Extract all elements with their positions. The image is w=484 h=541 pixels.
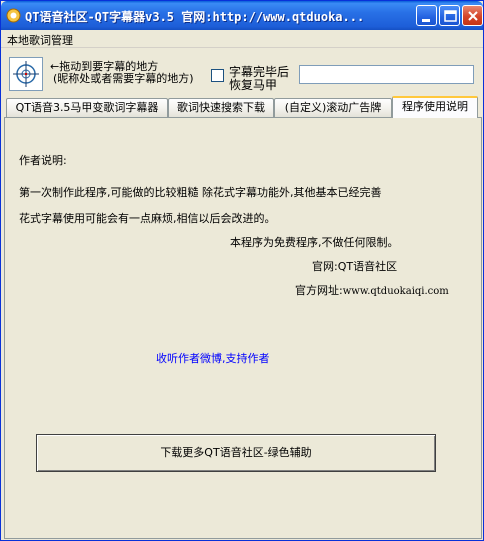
author-heading: 作者说明: [19,154,67,167]
maximize-icon [444,10,457,22]
tab-usage-instructions[interactable]: 程序使用说明 [392,96,478,118]
support-author-link[interactable]: 收听作者微博,支持作者 [156,350,270,366]
minimize-button[interactable] [416,5,437,26]
minimize-icon [422,19,430,22]
app-window: QT语音社区-QT字幕器v3.5 官网:http://www.qtduoka..… [0,0,484,541]
tab-lyric-subtitle[interactable]: QT语音3.5马甲变歌词字幕器 [6,98,168,117]
app-icon [6,8,21,23]
crosshair-drag-target[interactable] [9,57,43,91]
tab-strip: QT语音3.5马甲变歌词字幕器 歌词快速搜索下载 (自定义)滚动广告牌 程序使用… [4,96,482,118]
menu-bar: 本地歌词管理 [1,30,483,48]
drag-hint-line2: (昵称处或者需要字幕的地方) [53,72,194,85]
official-url-value: www.qtduokaiqi.com [342,286,449,297]
title-bar[interactable]: QT语音社区-QT字幕器v3.5 官网:http://www.qtduoka..… [1,1,483,30]
close-icon [468,11,478,21]
official-url: 官方网址:www.qtduokaiqi.com [295,282,449,298]
menu-local-lyrics[interactable]: 本地歌词管理 [7,32,73,48]
description-line1: 第一次制作此程序,可能做的比较粗糙 除花式字幕功能外,其他基本已经完善 [19,186,382,199]
tab-lyric-search[interactable]: 歌词快速搜索下载 [168,98,274,117]
free-notice: 本程序为免费程序,不做任何限制。 [230,236,399,249]
window-title: QT语音社区-QT字幕器v3.5 官网:http://www.qtduoka..… [25,10,365,24]
maximize-button[interactable] [439,5,460,26]
crosshair-icon [13,61,39,87]
download-more-button[interactable]: 下载更多QT语音社区-绿色辅助 [36,434,436,472]
description-line2: 花式字幕使用可能会有一点麻烦,相信以后会改进的。 [19,212,276,225]
checkbox-label-line2: 恢复马甲 [229,78,278,92]
official-site: 官网:QT语音社区 [312,260,398,273]
subtitle-text-input[interactable] [299,65,474,84]
close-button[interactable] [462,5,483,26]
official-url-label: 官方网址: [295,284,343,297]
instructions-panel: 作者说明: 第一次制作此程序,可能做的比较粗糙 除花式字幕功能外,其他基本已经完… [4,117,482,539]
restore-alias-checkbox[interactable] [211,69,224,82]
tab-scrolling-ad[interactable]: (自定义)滚动广告牌 [274,98,392,117]
